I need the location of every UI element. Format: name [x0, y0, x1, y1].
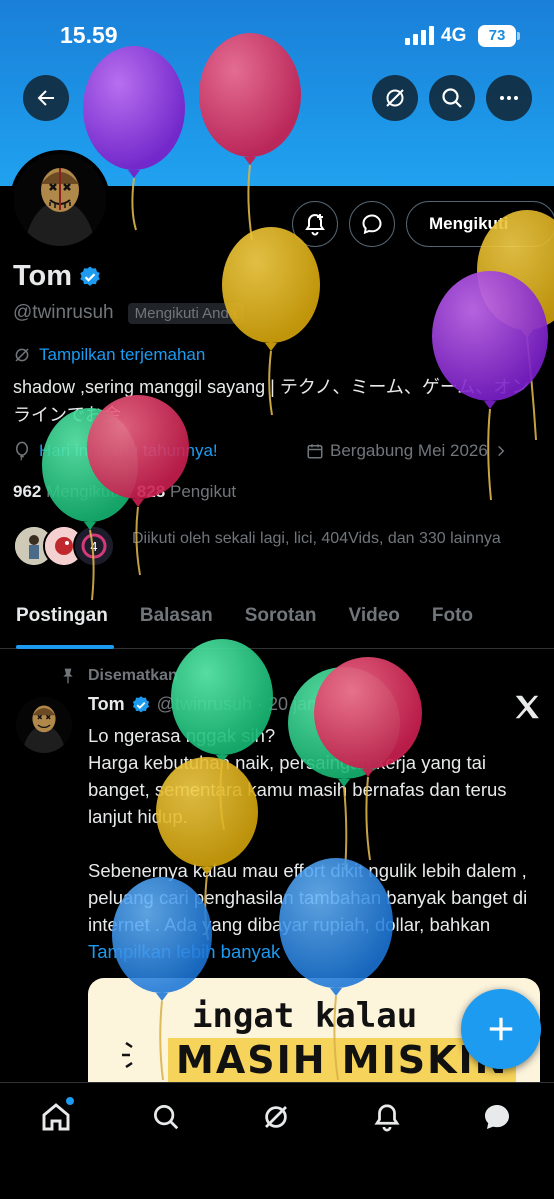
back-icon [37, 90, 54, 106]
followers-stat[interactable]: 828 Pengikut [137, 482, 236, 502]
search-icon [442, 88, 462, 108]
avatar: 4 [73, 525, 115, 567]
followers-label: Pengikut [169, 482, 237, 501]
translate-link[interactable]: Tampilkan terjemahan [13, 345, 205, 365]
message-button[interactable] [349, 201, 395, 247]
bottom-navigation [0, 1082, 554, 1199]
chevron-right-icon[interactable] [494, 444, 508, 458]
following-button[interactable]: Mengikuti [406, 201, 554, 247]
bell-plus-icon [305, 213, 325, 236]
nav-grok[interactable] [256, 1097, 296, 1137]
followers-count: 828 [136, 482, 166, 501]
signal-icon [405, 26, 434, 45]
home-icon [42, 1103, 70, 1131]
following-label: Mengikuti [46, 482, 119, 501]
tweet-body-text: Lo ngerasa nggak sih? Harga kebutuhan na… [88, 725, 528, 935]
profile-avatar[interactable] [10, 150, 110, 250]
grok-button[interactable] [372, 75, 418, 121]
nav-notifications[interactable] [367, 1097, 407, 1137]
search-button[interactable] [429, 75, 475, 121]
tweet-avatar[interactable] [16, 697, 72, 753]
svg-text:4: 4 [90, 540, 98, 554]
translate-icon [15, 348, 29, 362]
follow-stats: 962 Mengikuti 828 Pengikut [13, 482, 236, 502]
status-time: 15.59 [60, 22, 118, 48]
tab-video[interactable]: Video [333, 595, 416, 648]
following-stat[interactable]: 962 Mengikuti [13, 482, 119, 502]
show-more-link[interactable]: Tampilkan lebih banyak [88, 941, 280, 962]
joined-date: Bergabung Mei 2026 [306, 441, 508, 461]
calendar-icon [307, 444, 323, 459]
nav-home[interactable] [36, 1097, 76, 1137]
pin-icon [63, 668, 73, 684]
followed-by-text[interactable]: Diikuti oleh sekali lagi, lici, 404Vids,… [132, 525, 532, 552]
tweet-text[interactable]: Lo ngerasa nggak sih? Harga kebutuhan na… [88, 722, 538, 965]
nav-search[interactable] [146, 1097, 186, 1137]
battery-indicator: 73 [478, 25, 520, 47]
grok-icon [265, 1106, 287, 1128]
message-icon [362, 214, 382, 235]
status-bar: 15.59 4G 73 [0, 0, 554, 70]
tab-posts[interactable]: Postingan [0, 595, 124, 649]
back-button[interactable] [23, 75, 69, 121]
profile-name-row: Tom [13, 260, 102, 293]
tab-photos[interactable]: Foto [416, 595, 489, 648]
tab-highlights[interactable]: Sorotan [229, 595, 333, 648]
tweet-author-handle[interactable]: @twinrusuh · 20 jam [157, 694, 322, 715]
profile-handle: @twinrusuh [13, 302, 114, 323]
grok-icon [386, 89, 404, 107]
compose-button[interactable] [461, 989, 541, 1069]
profile-meta: Hari ini ulang tahunnya! Bergabung Mei 2… [13, 441, 543, 461]
following-count: 962 [13, 482, 42, 501]
balloon-icon [16, 441, 28, 461]
profile-handle-row: @twinrusuh Mengikuti Anda [13, 302, 245, 324]
follows-you-badge: Mengikuti Anda [127, 302, 245, 324]
profile-bio: shadow ,sering manggil sayang | テクノ、ミーム、… [13, 377, 530, 425]
pinned-label: Disematkan [60, 667, 178, 685]
image-text-1: ingat kalau [192, 996, 418, 1036]
tweet-header: Tom @twinrusuh · 20 jam [88, 694, 322, 715]
balloon-green-1 [42, 408, 138, 601]
followed-by-avatars[interactable]: 4 [13, 525, 115, 567]
pinned-text: Disematkan [88, 667, 178, 684]
notify-button[interactable] [292, 201, 338, 247]
verified-icon [132, 695, 149, 712]
more-icon [500, 96, 518, 100]
tab-replies[interactable]: Balasan [124, 595, 229, 648]
plus-icon [489, 1017, 513, 1041]
profile-tabs: Postingan Balasan Sorotan Video Foto [0, 595, 554, 649]
messages-icon [485, 1105, 509, 1129]
joined-label: Bergabung Mei 2026 [330, 441, 488, 460]
birthday-text[interactable]: Hari ini ulang tahunnya! [39, 441, 218, 461]
network-type: 4G [441, 25, 467, 46]
tweet-author-name[interactable]: Tom [88, 694, 125, 715]
verified-icon [80, 266, 100, 286]
notifications-icon [374, 1104, 400, 1132]
explore-icon [154, 1105, 179, 1130]
nav-messages[interactable] [477, 1097, 517, 1137]
translate-label[interactable]: Tampilkan terjemahan [39, 345, 205, 365]
profile-name: Tom [13, 260, 73, 292]
x-logo-icon [515, 695, 539, 719]
more-button[interactable] [486, 75, 532, 121]
